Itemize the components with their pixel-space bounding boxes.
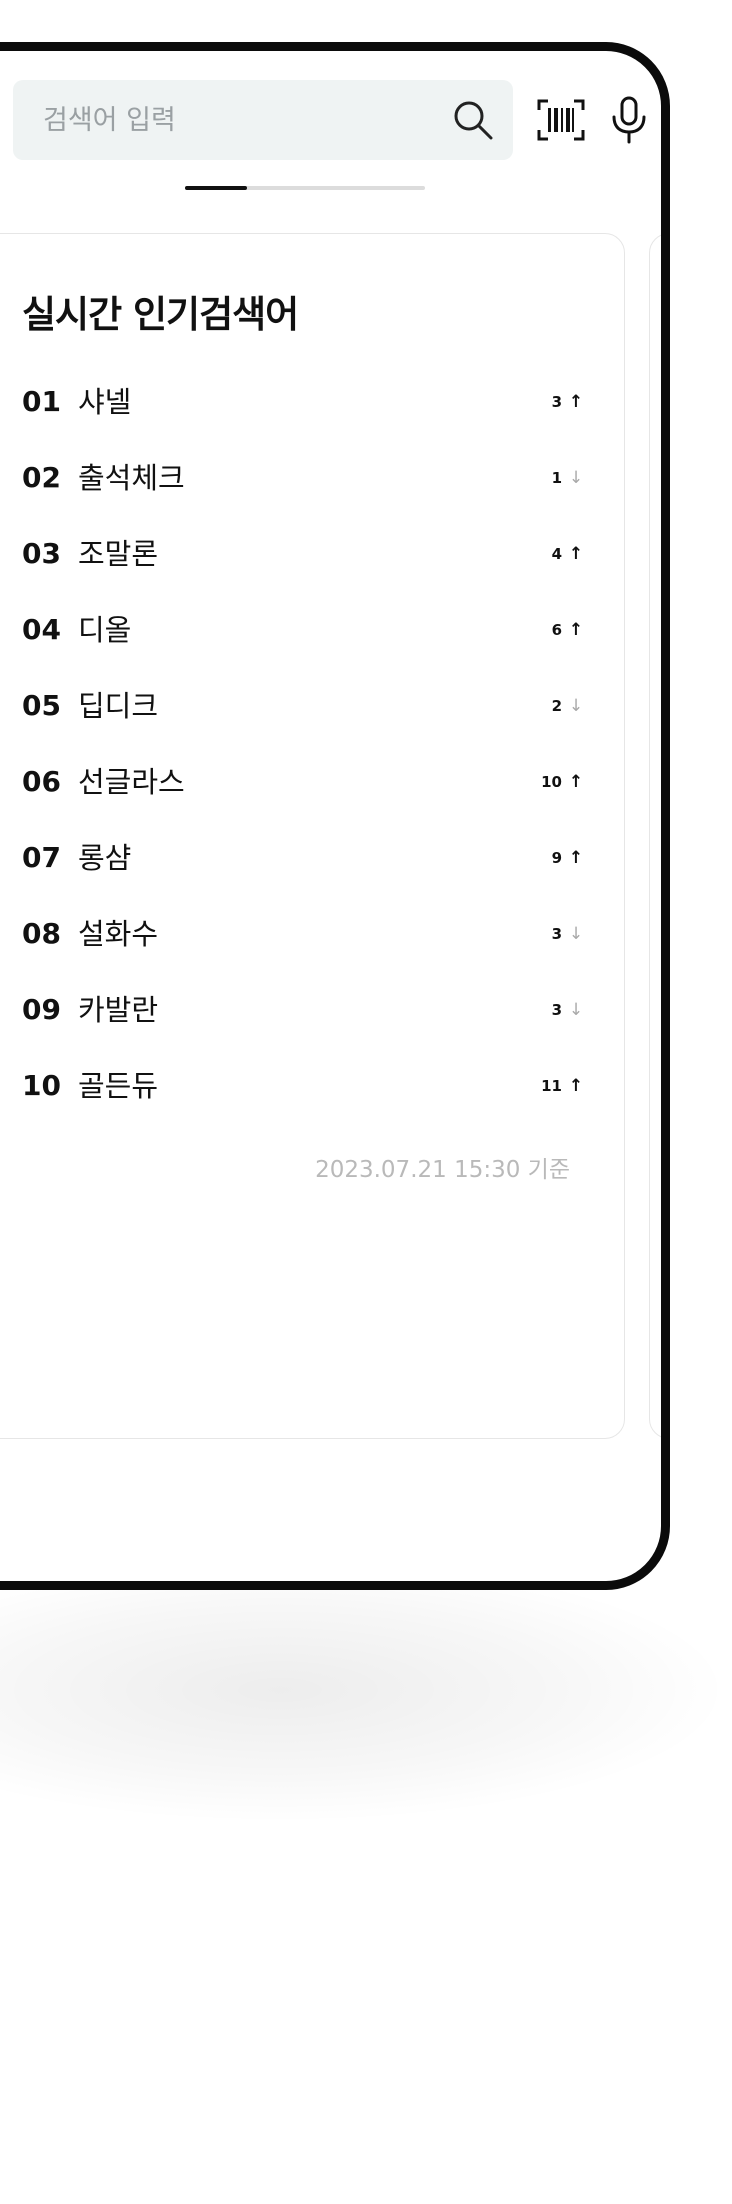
arrow-up-icon: ↑ [568,544,584,564]
rank-number: 02 [22,461,61,494]
search-input[interactable] [43,80,423,160]
rank-keyword[interactable]: 샤넬 [78,364,131,440]
rank-change-value: 3 [551,925,562,943]
rank-item[interactable]: 06 선글라스 10 ↑ [0,744,624,820]
arrow-down-icon: ↓ [568,696,584,716]
rank-number: 04 [22,613,61,646]
rank-change-value: 10 [541,773,562,791]
next-card-peek[interactable] [649,233,661,1439]
rank-item[interactable]: 03 조말론 4 ↑ [0,516,624,592]
rank-number: 10 [22,1069,61,1102]
rank-item[interactable]: 08 설화수 3 ↓ [0,896,624,972]
barcode-scan-icon[interactable] [537,98,585,142]
rank-number: 09 [22,993,61,1026]
rank-number: 03 [22,537,61,570]
rank-change-value: 6 [551,621,562,639]
rank-change-value: 11 [541,1077,562,1095]
rank-keyword[interactable]: 골든듀 [78,1048,158,1124]
timestamp: 2023.07.21 15:30 기준 [315,1157,570,1183]
search-icon[interactable] [451,98,495,142]
stage: 실시간 인기검색어 01샤넬3↑02출석체크1↓03조말론4↑04디올6↑05딥… [0,0,732,2204]
rank-change-value: 1 [551,469,562,487]
rank-change-value: 2 [551,697,562,715]
arrow-down-icon: ↓ [568,468,584,488]
arrow-up-icon: ↑ [568,848,584,868]
rank-item[interactable]: 07 롱샴 9 ↑ [0,820,624,896]
rank-change: 9 ↑ [552,820,584,896]
device-shadow [0,1560,720,1820]
rank-change: 1 ↓ [552,440,584,516]
rank-keyword[interactable]: 설화수 [78,896,158,972]
rank-change-value: 3 [551,1001,562,1019]
rank-keyword[interactable]: 조말론 [78,516,158,592]
page-indicator [185,186,425,190]
rank-change-value: 4 [551,545,562,563]
rank-change-value: 9 [551,849,562,867]
rank-number: 06 [22,765,61,798]
rank-change: 3 ↑ [552,364,584,440]
screen: 실시간 인기검색어 01샤넬3↑02출석체크1↓03조말론4↑04디올6↑05딥… [0,51,661,1548]
rank-change: 10 ↑ [541,744,584,820]
rank-change: 4 ↑ [552,516,584,592]
arrow-up-icon: ↑ [568,392,584,412]
rank-number: 01 [22,385,61,418]
arrow-up-icon: ↑ [568,1076,584,1096]
rank-keyword[interactable]: 롱샴 [78,820,131,896]
arrow-down-icon: ↓ [568,924,584,944]
rank-change: 6 ↑ [552,592,584,668]
rank-change: 11 ↑ [541,1048,584,1124]
rank-change-value: 3 [551,393,562,411]
arrow-up-icon: ↑ [568,620,584,640]
rank-item[interactable]: 05 딥디크 2 ↓ [0,668,624,744]
rank-item[interactable]: 09 카발란 3 ↓ [0,972,624,1048]
rank-keyword[interactable]: 디올 [78,592,131,668]
page-indicator-thumb [185,186,248,190]
rank-number: 07 [22,841,61,874]
rank-list: 01 샤넬 3 ↑ 02 출석체크 1 ↓ 03 조말론 4 ↑ 04 디올 6 ↑ 05 딥디크 2 ↓ 06 선글라스… [0,364,624,1124]
rank-keyword[interactable]: 딥디크 [78,668,158,744]
rank-item[interactable]: 04 디올 6 ↑ [0,592,624,668]
rank-change: 3 ↓ [552,972,584,1048]
popular-search-card: 실시간 인기검색어 01 샤넬 3 ↑ 02 출석체크 1 ↓ 03 조말론 4 ↑ 04 디올 6 ↑ 05 딥… [0,233,625,1439]
search-bar[interactable] [13,80,513,160]
rank-item[interactable]: 10 골든듀 11 ↑ [0,1048,624,1124]
rank-change: 3 ↓ [552,896,584,972]
device-frame: 실시간 인기검색어 01샤넬3↑02출석체크1↓03조말론4↑04디올6↑05딥… [0,42,670,1590]
card-title: 실시간 인기검색어 [22,293,299,336]
arrow-up-icon: ↑ [568,772,584,792]
rank-item[interactable]: 01 샤넬 3 ↑ [0,364,624,440]
rank-keyword[interactable]: 카발란 [78,972,158,1048]
rank-keyword[interactable]: 출석체크 [78,440,185,516]
microphone-icon[interactable] [609,96,649,144]
arrow-down-icon: ↓ [568,1000,584,1020]
rank-number: 05 [22,689,61,722]
rank-change: 2 ↓ [552,668,584,744]
rank-keyword[interactable]: 선글라스 [78,744,185,820]
rank-item[interactable]: 02 출석체크 1 ↓ [0,440,624,516]
rank-number: 08 [22,917,61,950]
